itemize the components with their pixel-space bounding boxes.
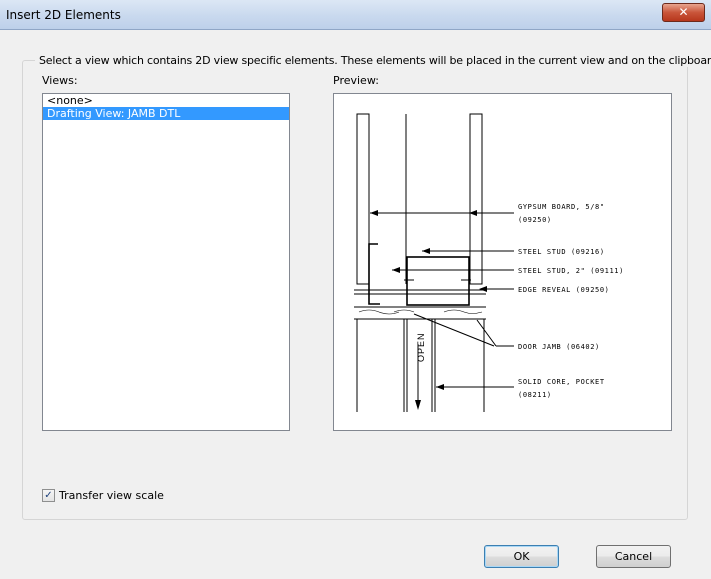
transfer-view-scale-checkbox[interactable]: ✓: [42, 489, 55, 502]
title-bar: Insert 2D Elements ✕: [0, 0, 711, 30]
views-label: Views:: [42, 74, 78, 87]
annotation-door-jamb: DOOR JAMB (06402): [518, 343, 600, 351]
jamb-wood-grain: [358, 309, 483, 315]
cancel-button[interactable]: Cancel: [596, 545, 671, 568]
arrow-stud-09216: [422, 248, 430, 254]
annotation-steel-stud-09216: STEEL STUD (09216): [518, 248, 605, 256]
window-title: Insert 2D Elements: [6, 8, 121, 22]
close-button[interactable]: ✕: [662, 3, 705, 22]
arrow-solid-core: [436, 384, 444, 390]
right-gypsum-board: [469, 113, 483, 285]
annotation-gypsum-code: (09250): [518, 216, 552, 224]
views-list-item-jamb-dtl[interactable]: Drafting View: JAMB DTL: [43, 107, 289, 120]
annotation-gypsum: GYPSUM BOARD, 5/8": [518, 203, 605, 211]
close-icon: ✕: [678, 5, 689, 19]
ok-button[interactable]: OK: [484, 545, 559, 568]
jamb-detail-drawing: GYPSUM BOARD, 5/8" (09250) STEEL STUD (0…: [354, 113, 624, 412]
instruction-text: Select a view which contains 2D view spe…: [35, 54, 711, 67]
annotation-edge-reveal: EDGE REVEAL (09250): [518, 286, 609, 294]
views-list-item-none[interactable]: <none>: [43, 94, 289, 107]
preview-label: Preview:: [333, 74, 379, 87]
preview-pane: GYPSUM BOARD, 5/8" (09250) STEEL STUD (0…: [333, 93, 672, 431]
arrow-gypsum-left: [370, 210, 378, 216]
annotation-solid-core: SOLID CORE, POCKET: [518, 378, 605, 386]
views-listbox[interactable]: <none> Drafting View: JAMB DTL: [42, 93, 290, 431]
steel-stud-channel: [368, 243, 380, 305]
transfer-view-scale-label[interactable]: Transfer view scale: [59, 489, 164, 502]
arrow-edge-reveal: [479, 286, 487, 292]
arrow-stud-09111: [392, 267, 400, 273]
annotation-solid-core-code: (08211): [518, 391, 552, 399]
checkmark-icon: ✓: [44, 490, 53, 501]
steel-stud-box: [406, 256, 470, 306]
left-gypsum-board: [356, 113, 370, 285]
leader-door-jamb-2: [476, 319, 497, 347]
annotation-steel-stud-09111: STEEL STUD, 2" (09111): [518, 267, 624, 275]
annotation-open: OPEN: [416, 332, 426, 362]
open-arrowhead-icon: [415, 400, 421, 410]
